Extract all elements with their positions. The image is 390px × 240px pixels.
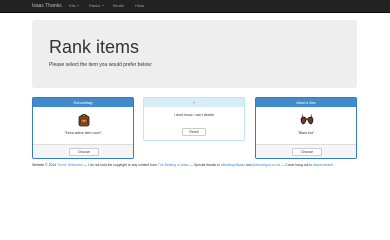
footer-text: and (244, 163, 253, 167)
item-quote-right: "Blast bra" (297, 131, 315, 135)
moms-bra-icon (300, 114, 314, 125)
choose-left-button[interactable]: Choose (69, 147, 99, 156)
footer-text: Website © 2014 (32, 163, 57, 167)
item-title-left: Schoolbag (33, 98, 133, 107)
nav-kits-label: Kits (69, 3, 76, 8)
reroll-button[interactable]: Reroll (182, 128, 206, 136)
nav-ranks-dropdown[interactable]: Ranks (89, 3, 104, 8)
footer-text: — I do not hold the copyright to any con… (82, 163, 158, 167)
item-body-right: "Blast bra" (256, 107, 356, 144)
item-title-middle: ? (144, 98, 244, 107)
footer-text: — Special thanks to (188, 163, 221, 167)
jumbotron: Rank items Please select the item you wo… (32, 20, 357, 88)
item-body-middle: I don't know / can't decide (144, 107, 244, 127)
item-panel-right: Mom's Bra "Blast bra" Choose (255, 97, 357, 159)
footer-thanks-link[interactable]: #BindingofIsaac (221, 163, 245, 167)
page-subtitle: Please select the item you would prefer … (49, 62, 153, 68)
item-panel-middle: ? I don't know / can't decide Reroll (143, 97, 245, 141)
footer-platinumgod-link[interactable]: platinumgod.co.uk (253, 163, 281, 167)
item-quote-left: "Extra active item room" (64, 131, 102, 135)
item-footer-left: Choose (33, 144, 133, 158)
choose-right-button[interactable]: Choose (292, 147, 322, 156)
chevron-down-icon (101, 5, 104, 7)
undecided-text: I don't know / can't decide (173, 113, 215, 117)
brand-link[interactable]: Isaac Thanks (32, 3, 62, 9)
top-navbar: Isaac Thanks Kits Ranks Binder Hints (0, 0, 390, 13)
footer-author-link[interactable]: Trevor Selzmann (57, 163, 83, 167)
page-title: Rank items (49, 37, 140, 57)
reroll-wrap: Reroll (144, 127, 244, 141)
nav-hints-link[interactable]: Hints (135, 3, 144, 8)
item-panel-left: Schoolbag "Extra active item room" Choos… (32, 97, 134, 159)
item-body-left: "Extra active item room" (33, 107, 133, 144)
item-footer-right: Choose (256, 144, 356, 158)
footer-text: — Come hang out in (280, 163, 314, 167)
chevron-down-icon (77, 5, 80, 7)
nav-binder-link[interactable]: Binder (113, 3, 125, 8)
nav-kits-dropdown[interactable]: Kits (69, 3, 80, 8)
page-footer: Website © 2014 Trevor Selzmann — I do no… (32, 163, 358, 168)
schoolbag-icon (78, 114, 90, 127)
footer-channel-link[interactable]: #isaacranked (313, 163, 333, 167)
item-title-right: Mom's Bra (256, 98, 356, 107)
footer-game-link[interactable]: The Binding of Isaac (158, 163, 189, 167)
nav-ranks-label: Ranks (89, 3, 101, 8)
